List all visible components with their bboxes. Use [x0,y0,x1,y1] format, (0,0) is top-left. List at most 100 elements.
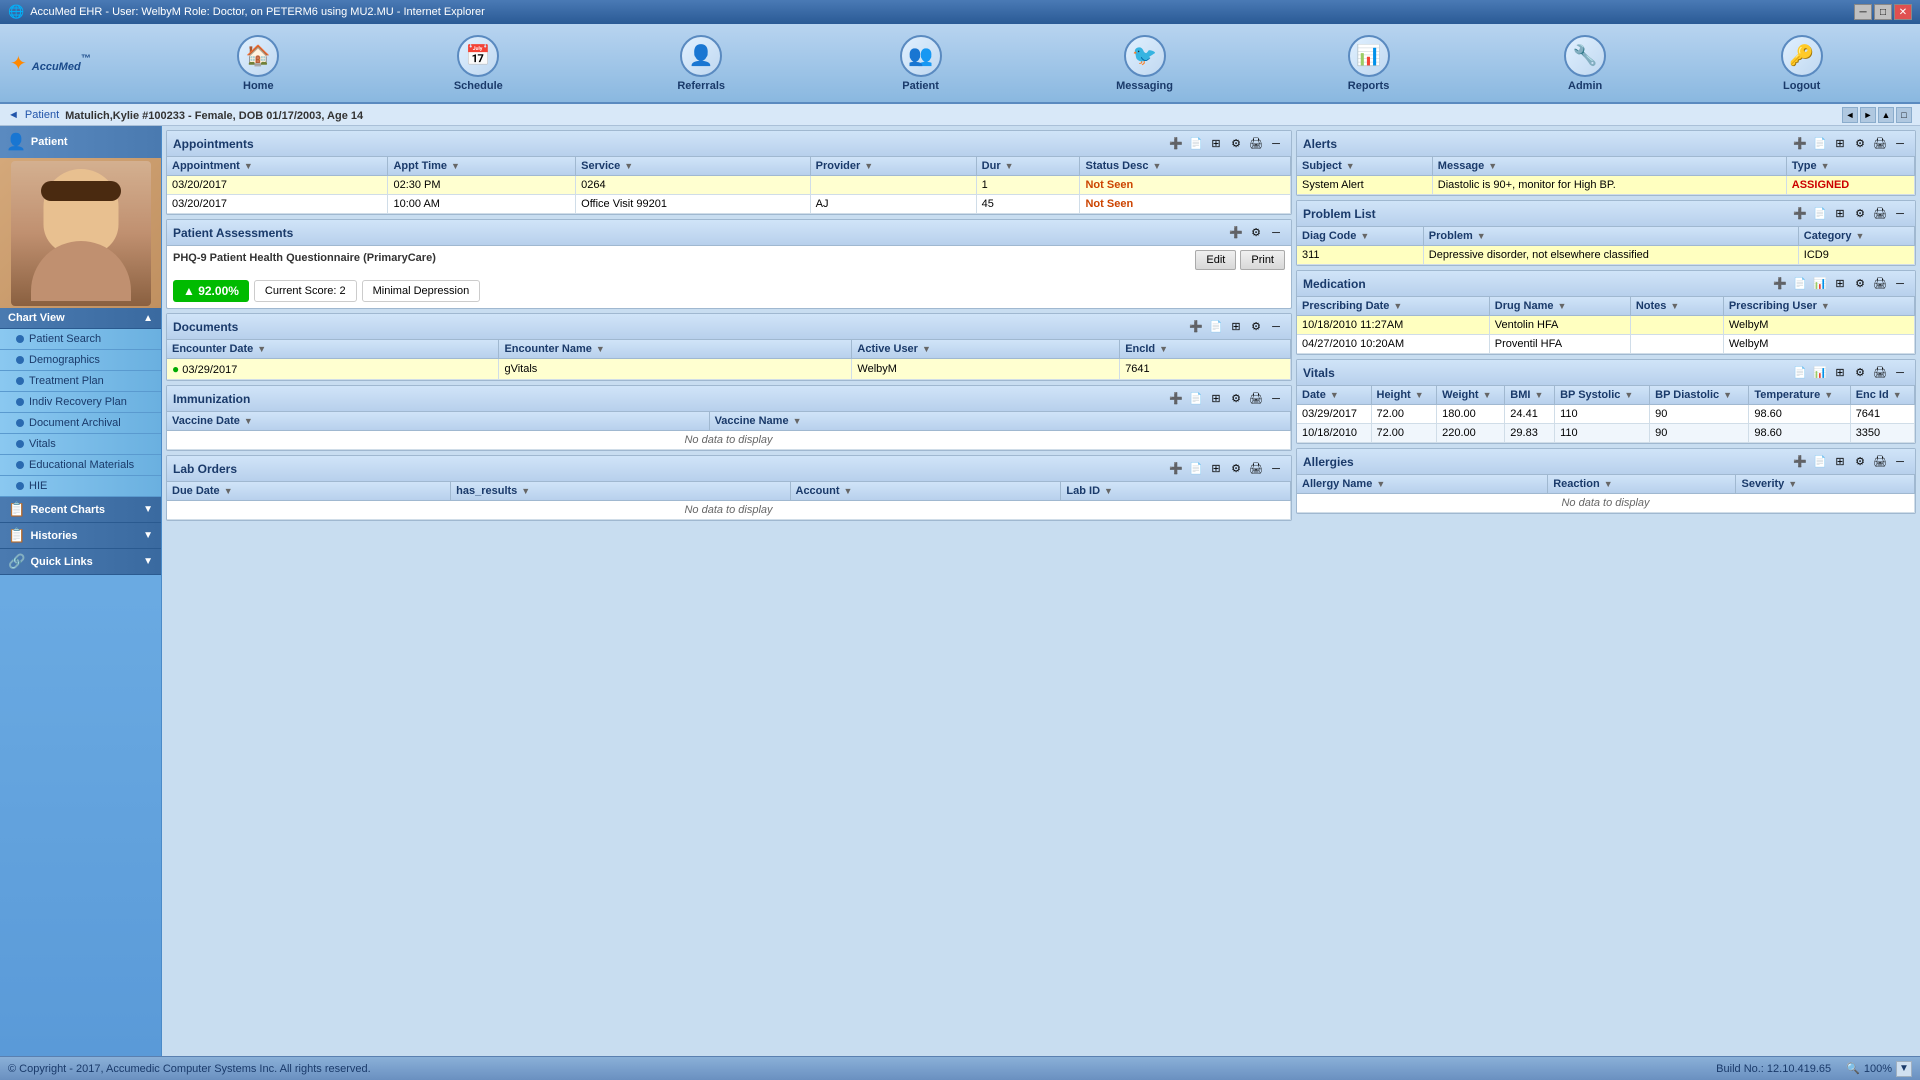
col-height[interactable]: Height ▼ [1371,386,1437,405]
problem-grid-btn[interactable]: ⊞ [1831,205,1849,223]
col-vital-date[interactable]: Date ▼ [1297,386,1371,405]
immunization-grid-btn[interactable]: ⊞ [1207,390,1225,408]
vitals-chart-btn[interactable]: 📊 [1811,364,1829,382]
close-btn[interactable]: ✕ [1894,4,1912,20]
lab-grid-btn[interactable]: ⊞ [1207,460,1225,478]
col-temperature[interactable]: Temperature ▼ [1749,386,1850,405]
nav-expand-btn[interactable]: □ [1896,107,1912,123]
documents-collapse-btn[interactable]: ─ [1267,318,1285,336]
col-bp-diastolic[interactable]: BP Diastolic ▼ [1650,386,1749,405]
col-account[interactable]: Account ▼ [790,482,1061,501]
med-chart-btn[interactable]: 📊 [1811,275,1829,293]
breadcrumb-patient-link[interactable]: Patient [25,109,59,121]
med-export-btn[interactable]: 📄 [1791,275,1809,293]
med-grid-btn[interactable]: ⊞ [1831,275,1849,293]
sidebar-recent-charts-header[interactable]: 📋 Recent Charts ▼ [0,497,161,523]
alerts-collapse-btn[interactable]: ─ [1891,135,1909,153]
minimize-btn[interactable]: ─ [1854,4,1872,20]
appointments-collapse-btn[interactable]: ─ [1267,135,1285,153]
col-message[interactable]: Message ▼ [1432,157,1786,176]
col-active-user[interactable]: Active User ▼ [852,340,1120,359]
nav-forward-btn[interactable]: ► [1860,107,1876,123]
nav-admin[interactable]: 🔧 Admin [1564,35,1606,92]
sidebar-item-demographics[interactable]: Demographics [0,350,161,371]
col-problem[interactable]: Problem ▼ [1423,227,1798,246]
alerts-print-btn[interactable]: 🖨 [1871,135,1889,153]
med-print-btn[interactable]: 🖨 [1871,275,1889,293]
col-provider[interactable]: Provider ▼ [810,157,976,176]
col-prescribing-user[interactable]: Prescribing User ▼ [1723,297,1914,316]
documents-export-btn[interactable]: 📄 [1207,318,1225,336]
alerts-export-btn[interactable]: 📄 [1811,135,1829,153]
med-collapse-btn[interactable]: ─ [1891,275,1909,293]
col-severity[interactable]: Severity ▼ [1736,475,1915,494]
nav-reports[interactable]: 📊 Reports [1348,35,1390,92]
nav-patient[interactable]: 👥 Patient [900,35,942,92]
immunization-collapse-btn[interactable]: ─ [1267,390,1285,408]
lab-add-btn[interactable]: ➕ [1167,460,1185,478]
vitals-export-btn[interactable]: 📄 [1791,364,1809,382]
appointments-add-btn[interactable]: ➕ [1167,135,1185,153]
nav-messaging[interactable]: 🐦 Messaging [1116,35,1173,92]
restore-btn[interactable]: □ [1874,4,1892,20]
appointments-grid-btn[interactable]: ⊞ [1207,135,1225,153]
col-due-date[interactable]: Due Date ▼ [167,482,451,501]
problem-print-btn[interactable]: 🖨 [1871,205,1889,223]
col-notes[interactable]: Notes ▼ [1630,297,1723,316]
assessments-settings-btn[interactable]: ⚙ [1247,224,1265,242]
col-lab-id[interactable]: Lab ID ▼ [1061,482,1291,501]
problem-add-btn[interactable]: ➕ [1791,205,1809,223]
documents-settings-btn[interactable]: ⚙ [1247,318,1265,336]
vitals-print-btn[interactable]: 🖨 [1871,364,1889,382]
immunization-export-btn[interactable]: 📄 [1187,390,1205,408]
alerts-settings-btn[interactable]: ⚙ [1851,135,1869,153]
med-add-btn[interactable]: ➕ [1771,275,1789,293]
col-service[interactable]: Service ▼ [576,157,810,176]
sidebar-quick-links-header[interactable]: 🔗 Quick Links ▼ [0,549,161,575]
sidebar-item-hie[interactable]: HIE [0,476,161,497]
allergy-print-btn[interactable]: 🖨 [1871,453,1889,471]
appointments-print-btn[interactable]: 🖨 [1247,135,1265,153]
vitals-grid-btn[interactable]: ⊞ [1831,364,1849,382]
appointments-export-btn[interactable]: 📄 [1187,135,1205,153]
sidebar-item-treatment-plan[interactable]: Treatment Plan [0,371,161,392]
col-allergy-name[interactable]: Allergy Name ▼ [1297,475,1548,494]
sidebar-chart-view-header[interactable]: Chart View ▲ [0,308,161,329]
assessments-add-btn[interactable]: ➕ [1227,224,1245,242]
col-encounter-name[interactable]: Encounter Name ▼ [499,340,852,359]
problem-collapse-btn[interactable]: ─ [1891,205,1909,223]
col-appt-time[interactable]: Appt Time ▼ [388,157,576,176]
documents-add-btn[interactable]: ➕ [1187,318,1205,336]
col-enc-id[interactable]: EncId ▼ [1120,340,1291,359]
problem-settings-btn[interactable]: ⚙ [1851,205,1869,223]
col-enc-id-vital[interactable]: Enc Id ▼ [1850,386,1914,405]
alerts-add-btn[interactable]: ➕ [1791,135,1809,153]
col-dur[interactable]: Dur ▼ [976,157,1080,176]
sidebar-item-indiv-recovery[interactable]: Indiv Recovery Plan [0,392,161,413]
col-bmi[interactable]: BMI ▼ [1505,386,1555,405]
allergy-add-btn[interactable]: ➕ [1791,453,1809,471]
back-arrow[interactable]: ◄ [8,109,19,121]
col-diag-code[interactable]: Diag Code ▼ [1297,227,1423,246]
col-has-results[interactable]: has_results ▼ [451,482,790,501]
nav-logout[interactable]: 🔑 Logout [1781,35,1823,92]
immunization-settings-btn[interactable]: ⚙ [1227,390,1245,408]
vitals-collapse-btn[interactable]: ─ [1891,364,1909,382]
col-bp-systolic[interactable]: BP Systolic ▼ [1555,386,1650,405]
documents-grid-btn[interactable]: ⊞ [1227,318,1245,336]
problem-export-btn[interactable]: 📄 [1811,205,1829,223]
lab-collapse-btn[interactable]: ─ [1267,460,1285,478]
col-drug-name[interactable]: Drug Name ▼ [1489,297,1630,316]
zoom-down-btn[interactable]: ▼ [1896,1061,1912,1077]
alerts-grid-btn[interactable]: ⊞ [1831,135,1849,153]
nav-up-btn[interactable]: ▲ [1878,107,1894,123]
col-reaction[interactable]: Reaction ▼ [1548,475,1736,494]
sidebar-item-document-archival[interactable]: Document Archival [0,413,161,434]
assessments-collapse-btn[interactable]: ─ [1267,224,1285,242]
col-status-desc[interactable]: Status Desc ▼ [1080,157,1291,176]
allergy-settings-btn[interactable]: ⚙ [1851,453,1869,471]
col-subject[interactable]: Subject ▼ [1297,157,1432,176]
col-vaccine-date[interactable]: Vaccine Date ▼ [167,412,709,431]
lab-print-btn[interactable]: 🖨 [1247,460,1265,478]
col-type[interactable]: Type ▼ [1786,157,1914,176]
